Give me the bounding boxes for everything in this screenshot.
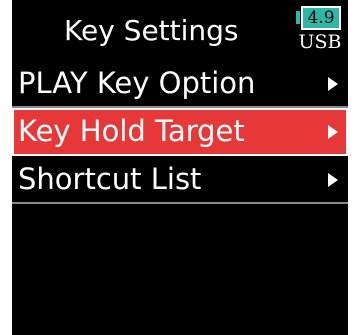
menu-item-shortcut-list[interactable]: Shortcut List [12,156,348,204]
menu-item-key-hold-target[interactable]: Key Hold Target [12,108,348,156]
battery-level-box: 4.9 [301,6,341,30]
power-source-label: USB [298,31,342,53]
battery-voltage: 4.9 [307,8,335,28]
chevron-right-icon [328,125,338,139]
device-screen: Key Settings 4.9 USB PLAY Key Option Key… [12,0,348,335]
battery-icon [296,11,300,24]
menu-item-label: Key Hold Target [18,114,245,148]
header: Key Settings 4.9 USB [12,0,348,60]
chevron-right-icon [328,173,338,187]
menu-item-label: Shortcut List [18,162,202,196]
chevron-right-icon [328,77,338,91]
menu-item-play-key-option[interactable]: PLAY Key Option [12,60,348,108]
settings-menu: PLAY Key Option Key Hold Target Shortcut… [12,60,348,204]
battery-indicator: 4.9 USB [293,4,345,58]
page-title: Key Settings [64,14,239,47]
menu-item-label: PLAY Key Option [18,66,256,100]
